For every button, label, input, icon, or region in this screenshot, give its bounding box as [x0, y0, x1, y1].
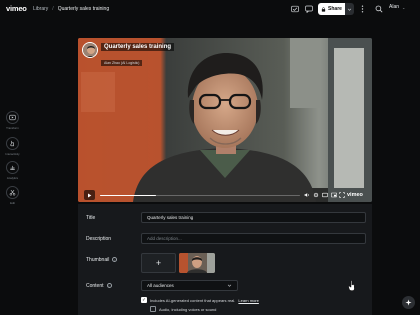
sparkle-icon	[405, 299, 412, 306]
player-controls: vimeo	[78, 188, 372, 202]
share-label: Share	[328, 6, 342, 12]
vimeo-player-logo[interactable]: vimeo	[347, 192, 363, 198]
video-title: Quarterly sales training	[101, 43, 175, 51]
play-button[interactable]	[84, 190, 95, 200]
add-thumbnail-button[interactable]: +	[141, 253, 176, 273]
share-control: Share	[318, 3, 354, 15]
left-rail: Transform Interactivity Analytics Edit	[0, 19, 25, 315]
play-square-icon	[6, 111, 19, 124]
content-label: Content	[86, 283, 104, 289]
audio-checkbox-row: Audio, including voices or sound	[150, 306, 216, 312]
video-title-overlay: Quarterly sales training Alan Zhao (AI L…	[82, 42, 175, 69]
plus-icon: +	[155, 258, 162, 268]
thumbnail-label-row: Thumbnail i	[86, 257, 118, 263]
chevron-down-icon	[347, 8, 352, 11]
vimeo-logo[interactable]: vimeo	[6, 4, 27, 13]
breadcrumb-separator: /	[52, 6, 54, 12]
search-icon[interactable]	[374, 4, 383, 13]
more-menu-icon[interactable]	[358, 4, 367, 13]
hand-pointer-icon	[6, 137, 19, 150]
scissors-icon	[6, 186, 19, 199]
chart-icon	[6, 161, 19, 174]
pip-icon[interactable]	[331, 192, 337, 198]
comments-icon[interactable]	[304, 4, 313, 13]
thumbnail-preview[interactable]	[179, 253, 215, 273]
captions-icon[interactable]	[322, 192, 328, 198]
settings-icon[interactable]	[313, 192, 319, 198]
ai-content-text: Includes AI-generated content that appea…	[150, 297, 236, 303]
sidebar-item-interactivity[interactable]: Interactivity	[0, 137, 25, 156]
content-label-row: Content i	[86, 283, 112, 289]
user-name: Alan	[389, 4, 400, 10]
user-menu[interactable]: Alan ⌄	[389, 4, 405, 10]
top-bar: vimeo Library / Quarterly sales training…	[0, 0, 420, 19]
progress-bar[interactable]	[100, 194, 300, 196]
info-icon[interactable]: i	[112, 257, 118, 263]
title-input[interactable]: Quarterly sales training	[141, 212, 366, 223]
ai-content-checkbox-row: ✓ Includes AI-generated content that app…	[141, 297, 259, 303]
lock-icon	[321, 6, 326, 12]
sidebar-item-label: Transform	[6, 125, 19, 130]
sidebar-item-edit[interactable]: Edit	[0, 186, 25, 205]
audio-checkbox[interactable]	[150, 306, 156, 312]
review-icon[interactable]	[290, 4, 299, 13]
play-icon	[88, 193, 92, 197]
chevron-down-icon: ⌄	[402, 4, 406, 10]
sidebar-item-transform[interactable]: Transform	[0, 111, 25, 130]
ai-assistant-button[interactable]	[402, 296, 415, 309]
description-label: Description	[86, 236, 112, 242]
share-options-button[interactable]	[345, 3, 354, 15]
audio-checkbox-text: Audio, including voices or sound	[159, 306, 217, 312]
sidebar-item-label: Edit	[10, 200, 15, 205]
share-button[interactable]: Share	[318, 3, 345, 15]
breadcrumb: Library / Quarterly sales training	[33, 6, 109, 12]
info-icon[interactable]: i	[106, 283, 112, 289]
breadcrumb-current: Quarterly sales training	[57, 6, 110, 12]
audience-select[interactable]: All audiences	[141, 280, 238, 291]
description-input[interactable]: Add description...	[141, 233, 366, 244]
presenter-avatar	[82, 42, 98, 58]
progress-fill	[100, 194, 156, 196]
thumbnail-label: Thumbnail	[86, 257, 110, 263]
presenter-name: Alan Zhao (AI Logistic)	[101, 60, 143, 66]
fullscreen-icon[interactable]	[339, 191, 345, 198]
breadcrumb-library[interactable]: Library	[33, 6, 48, 12]
sidebar-item-label: Interactivity	[5, 151, 20, 156]
hand-cursor-icon	[348, 280, 355, 291]
volume-icon[interactable]	[304, 192, 310, 198]
title-label: Title	[86, 215, 96, 221]
audience-value: All audiences	[147, 283, 174, 288]
chevron-down-icon	[227, 284, 232, 287]
learn-more-link[interactable]: Learn more	[238, 298, 258, 303]
ai-content-checkbox[interactable]: ✓	[141, 297, 147, 303]
sidebar-item-analytics[interactable]: Analytics	[0, 161, 25, 180]
video-player[interactable]: Quarterly sales training Alan Zhao (AI L…	[78, 38, 372, 202]
sidebar-item-label: Analytics	[6, 175, 19, 180]
